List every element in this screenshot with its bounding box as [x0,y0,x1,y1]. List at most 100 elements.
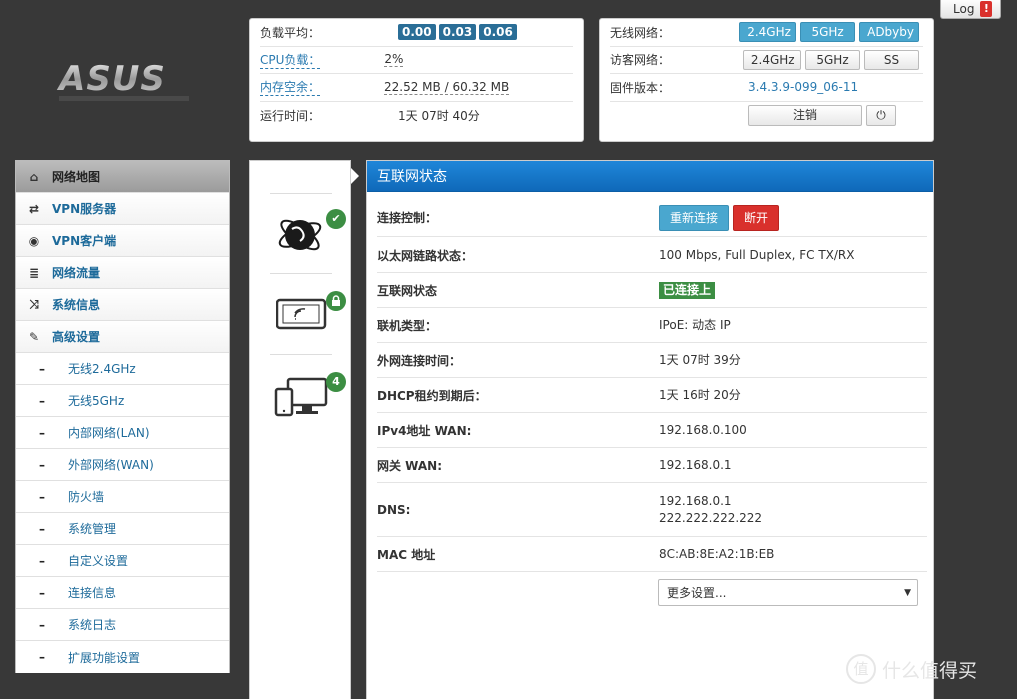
gateway-wan-value: 192.168.0.1 [659,457,732,472]
wireless-router-icon[interactable] [275,297,328,333]
firmware-label: 固件版本： [610,80,671,95]
internet-status-row: 互联网状态 已连接上 [377,273,927,308]
connection-type-label: 联机类型： [377,318,438,333]
asus-logo: ASUS [55,58,195,104]
adbyby-button[interactable]: ADbyby [859,22,919,43]
gateway-wan-label: 网关 WAN: [377,458,443,473]
dns-secondary: 222.222.222.222 [659,510,763,525]
ipv4-wan-row: IPv4地址 WAN: 192.168.0.100 [377,413,927,448]
more-settings-value: 更多设置... [667,586,727,600]
dash-icon: – [39,425,45,440]
lock-icon [326,291,346,311]
sidebar-sub-syslog[interactable]: – 系统日志 [16,609,229,641]
wrench-icon: ✎ [28,329,40,344]
sidebar-item-label: 高级设置 [52,330,101,344]
logo-text: ASUS [56,59,166,99]
sidebar-sub-extensions[interactable]: – 扩展功能设置 [16,641,229,673]
connection-control-label: 连接控制： [377,211,438,225]
globe-icon: ◉ [28,233,40,248]
dns-row: DNS: 192.168.0.1 222.222.222.222 [377,483,927,537]
cpu-row: CPU负载： 2% [260,47,573,74]
sidebar-item-vpn-server[interactable]: ⇄ VPN服务器 [16,193,229,225]
mac-row: MAC 地址 8C:AB:8E:A2:1B:EB [377,537,927,572]
ethernet-label: 以太网链路状态： [377,248,474,263]
sidebar-sub-lan[interactable]: – 内部网络(LAN) [16,417,229,449]
mac-label: MAC 地址 [377,547,436,562]
sidebar-item-traffic[interactable]: ≣ 网络流量 [16,257,229,289]
sidebar-sub-wireless-24[interactable]: – 无线2.4GHz [16,353,229,385]
wan-time-value: 1天 07时 39分 [659,352,741,367]
dash-icon: – [39,457,45,472]
uptime-label: 运行时间： [260,108,321,123]
power-icon[interactable]: ⏻ [866,104,896,126]
dash-icon: – [39,521,45,536]
log-button[interactable]: Log ! [940,0,1001,19]
sidebar-item-label: 系统信息 [52,298,101,312]
sidebar-item-advanced[interactable]: ✎ 高级设置 [16,321,229,353]
disconnect-button[interactable]: 断开 [733,204,780,231]
sidebar-item-label: 网络地图 [52,170,101,184]
home-icon: ⌂ [29,169,39,184]
wifi-5ghz-button[interactable]: 5GHz [800,22,856,43]
memory-free-link[interactable]: 内存空余： [260,78,321,97]
sidebar-item-system-info[interactable]: ⤨ 系统信息 [16,289,229,321]
wireless-panel: 无线网络： 2.4GHz 5GHz ADbyby 访客网络： 2.4GHz 5G… [599,18,934,142]
internet-icon[interactable] [276,209,328,261]
guest-label: 访客网络： [610,53,671,68]
list-icon: ≣ [28,265,40,280]
pointer-arrow [351,168,359,184]
dhcp-lease-value: 1天 16时 20分 [659,387,741,402]
sidebar-item-label: VPN客户端 [52,234,117,248]
sidebar-item-network-map[interactable]: ⌂ 网络地图 [16,161,229,193]
watermark-text: 什么值得买 [882,659,978,682]
more-settings-select[interactable]: 更多设置... ▼ [658,579,918,606]
guest-24ghz-button[interactable]: 2.4GHz [742,49,801,70]
dash-icon: – [39,489,45,504]
firmware-version-link[interactable]: 3.4.3.9-099_06-11 [748,80,858,94]
dash-icon: – [39,585,45,600]
ipv4-wan-value: 192.168.0.100 [659,422,747,437]
logout-button[interactable]: 注销 [748,104,862,126]
wireless-row: 无线网络： 2.4GHz 5GHz ADbyby [610,19,923,47]
memory-free-value: 22.52 MB / 60.32 MB [384,79,510,95]
ipv4-wan-label: IPv4地址 WAN: [377,423,472,438]
wireless-label: 无线网络： [610,25,671,40]
sidebar-item-label: 网络流量 [52,266,101,280]
sidebar-sub-wireless-5[interactable]: – 无线5GHz [16,385,229,417]
connection-control-row: 连接控制： 重新连接 断开 [377,199,927,237]
clients-count-badge: 4 [326,372,346,392]
log-label: Log [953,2,975,16]
sidebar-sub-connections[interactable]: – 连接信息 [16,577,229,609]
panel-title: 互联网状态 [367,161,933,192]
system-status-panel: 负载平均： 0.00 0.03 0.06 CPU负载： 2% 内存空余： 22.… [249,18,584,142]
uptime-value: 1天 07时 40分 [398,108,480,123]
sidebar-item-vpn-client[interactable]: ◉ VPN客户端 [16,225,229,257]
wan-time-label: 外网连接时间： [377,353,462,368]
sidebar-sub-wan[interactable]: – 外部网络(WAN) [16,449,229,481]
reconnect-button[interactable]: 重新连接 [659,204,730,231]
load-5min: 0.03 [438,24,477,41]
sidebar-sub-custom[interactable]: – 自定义设置 [16,545,229,577]
sidebar-sub-firewall[interactable]: – 防火墙 [16,481,229,513]
gateway-wan-row: 网关 WAN: 192.168.0.1 [377,448,927,483]
dns-primary: 192.168.0.1 [659,493,732,508]
clients-icon[interactable] [274,377,330,417]
dash-icon: – [39,361,45,376]
dhcp-lease-row: DHCP租约到期后： 1天 16时 20分 [377,378,927,413]
uptime-row: 运行时间： 1天 07时 40分 [260,102,573,130]
ss-button[interactable]: SS [864,49,919,70]
wifi-24ghz-button[interactable]: 2.4GHz [739,22,797,43]
dash-icon: – [39,617,45,632]
load-average-label: 负载平均： [260,25,321,40]
guest-row: 访客网络： 2.4GHz 5GHz SS [610,47,923,74]
mac-value: 8C:AB:8E:A2:1B:EB [659,546,775,561]
guest-5ghz-button[interactable]: 5GHz [805,49,860,70]
ethernet-row: 以太网链路状态： 100 Mbps, Full Duplex, FC TX/RX [377,238,927,273]
load-15min: 0.06 [479,24,517,41]
internet-status-label: 互联网状态 [377,283,438,298]
cpu-load-link[interactable]: CPU负载： [260,51,321,69]
caret-down-icon: ▼ [904,587,911,598]
dns-label: DNS: [377,502,411,517]
watermark: 值 什么值得买 [846,654,977,684]
sidebar-sub-admin[interactable]: – 系统管理 [16,513,229,545]
